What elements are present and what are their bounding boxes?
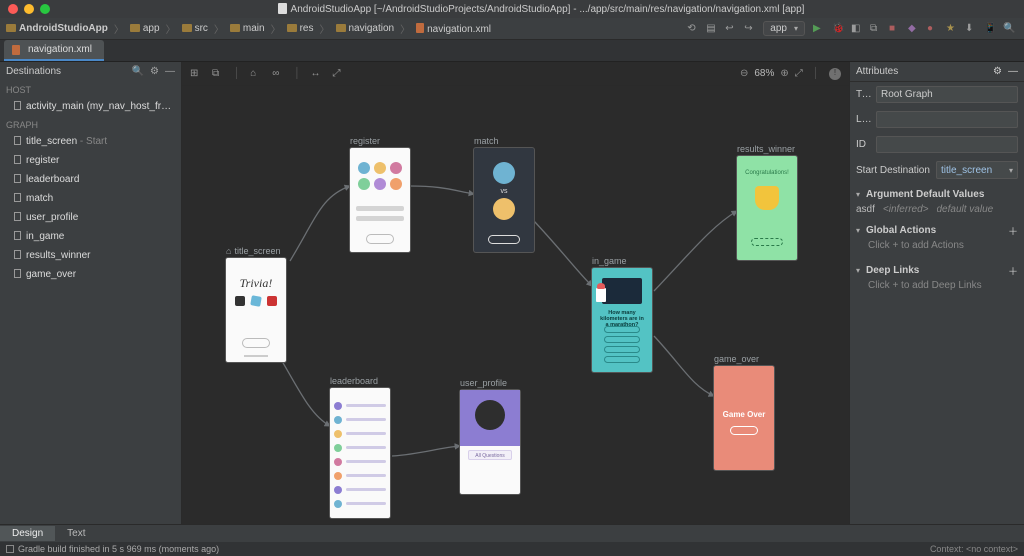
minimize-icon[interactable]: —	[1008, 66, 1018, 77]
toolbar-actions: ⟲ ▤ ↩ ↪ app ▶ 🐞 ◧ ⧉ ■ ◆ ● ★ ⬇ 📱 🔍	[677, 21, 1024, 36]
attr-startdest-combo[interactable]: title_screen	[936, 161, 1018, 179]
debug-icon[interactable]: 🐞	[832, 23, 843, 34]
attr-type-label: Type	[856, 89, 872, 100]
breadcrumb-item[interactable]: navigation.xml	[416, 23, 491, 35]
graph-item-title-screen[interactable]: title_screen - Start	[0, 132, 181, 151]
node-game-over[interactable]: game_over Game Over	[714, 354, 774, 470]
editor-tabs: navigation.xml	[0, 40, 1024, 62]
node-user-profile[interactable]: user_profile All Questions	[460, 378, 520, 494]
main-toolbar: AndroidStudioApp app src main res naviga…	[0, 18, 1024, 40]
run-config-combo[interactable]: app	[763, 21, 805, 36]
status-context: Context: <no context>	[930, 544, 1018, 554]
breadcrumb-item[interactable]: app	[130, 23, 160, 34]
node-match[interactable]: match vs	[474, 136, 534, 252]
search-icon[interactable]: 🔍	[1003, 23, 1014, 34]
attr-startdest-label: Start Destination	[856, 165, 932, 176]
graph-item-match[interactable]: match	[0, 189, 181, 208]
link-icon[interactable]: ∞	[272, 68, 284, 80]
status-bar: Gradle build finished in 5 s 969 ms (mom…	[0, 542, 1024, 556]
minimize-window-button[interactable]	[24, 4, 34, 14]
global-actions-hint: Click + to add Actions	[850, 240, 1024, 257]
window-title: AndroidStudioApp [~/AndroidStudioProject…	[58, 3, 1024, 15]
arg-inferred: <inferred>	[883, 204, 929, 215]
breadcrumb-item[interactable]: navigation	[336, 23, 395, 34]
add-destination-icon[interactable]: ⊞	[190, 68, 202, 80]
zoom-level[interactable]: 68%	[754, 68, 774, 79]
add-global-action-icon[interactable]: ＋	[1008, 223, 1018, 238]
nested-graph-icon[interactable]: ⧉	[212, 68, 224, 80]
home-icon[interactable]: ⌂	[250, 68, 262, 80]
gear-icon[interactable]: ⚙	[993, 66, 1002, 77]
zoom-in-icon[interactable]: ⊕	[780, 68, 788, 79]
attr-label-field[interactable]	[876, 111, 1018, 128]
attr-type-field	[876, 86, 1018, 103]
attach-debugger-icon[interactable]: ⧉	[870, 23, 881, 34]
design-text-tabs: Design Text	[0, 524, 1024, 542]
navigation-canvas[interactable]: title_screen Trivia! register	[182, 86, 849, 524]
favorites-icon[interactable]: ★	[946, 23, 957, 34]
tab-design[interactable]: Design	[0, 526, 55, 541]
breadcrumb-item[interactable]: src	[182, 23, 208, 34]
destinations-panel: Destinations 🔍 ⚙ — HOST activity_main (m…	[0, 62, 182, 524]
attr-id-field[interactable]	[876, 136, 1018, 153]
expand-icon[interactable]: ⤢	[333, 68, 345, 80]
zoom-window-button[interactable]	[40, 4, 50, 14]
global-actions-title[interactable]: Global Actions	[866, 225, 936, 236]
back-icon[interactable]: ↩	[725, 23, 736, 34]
editor-tab-navigation[interactable]: navigation.xml	[4, 40, 104, 61]
breadcrumb: AndroidStudioApp app src main res naviga…	[0, 21, 677, 36]
argdef-section-title[interactable]: Argument Default Values	[866, 189, 984, 200]
deep-links-title[interactable]: Deep Links	[866, 265, 919, 276]
graph-item-register[interactable]: register	[0, 151, 181, 170]
attr-id-label: ID	[856, 139, 872, 150]
graph-item-leaderboard[interactable]: leaderboard	[0, 170, 181, 189]
graph-item-in-game[interactable]: in_game	[0, 227, 181, 246]
canvas-toolbar: ⊞ ⧉ │ ⌂ ∞ │ ↔ ⤢ ⊖ 68% ⊕ ⤢ │ !	[182, 62, 849, 86]
add-deep-link-icon[interactable]: ＋	[1008, 263, 1018, 278]
graph-item-results-winner[interactable]: results_winner	[0, 246, 181, 265]
avd-manager-icon[interactable]: 📱	[984, 23, 995, 34]
status-checkbox[interactable]	[6, 545, 14, 553]
node-register[interactable]: register	[350, 136, 410, 252]
breadcrumb-item[interactable]: res	[287, 23, 314, 34]
avd-icon[interactable]: ▤	[706, 23, 717, 34]
forward-icon[interactable]: ↪	[744, 23, 755, 34]
record-icon[interactable]: ●	[927, 23, 938, 34]
graph-item-user-profile[interactable]: user_profile	[0, 208, 181, 227]
stop-icon[interactable]: ■	[889, 23, 900, 34]
errors-icon[interactable]: !	[829, 68, 841, 80]
host-item[interactable]: activity_main (my_nav_host_fragment)	[0, 97, 181, 116]
node-results-winner[interactable]: results_winner Congratulations!	[737, 144, 797, 260]
sync-icon[interactable]: ⟲	[687, 23, 698, 34]
auto-arrange-icon[interactable]: ↔	[311, 68, 323, 80]
zoom-fit-icon[interactable]: ⤢	[795, 68, 803, 79]
search-icon[interactable]: 🔍	[132, 66, 144, 77]
tab-text[interactable]: Text	[55, 526, 97, 541]
host-section-label: HOST	[0, 81, 181, 97]
run-icon[interactable]: ▶	[813, 23, 824, 34]
attr-label-label: Label	[856, 114, 872, 125]
zoom-out-icon[interactable]: ⊖	[740, 68, 748, 79]
destinations-title: Destinations	[6, 66, 126, 77]
arg-default: default value	[937, 204, 994, 215]
graph-item-game-over[interactable]: game_over	[0, 265, 181, 284]
minimize-icon[interactable]: —	[165, 66, 175, 77]
close-window-button[interactable]	[8, 4, 18, 14]
gear-icon[interactable]: ⚙	[150, 66, 159, 77]
graph-section-label: GRAPH	[0, 116, 181, 132]
node-leaderboard[interactable]: leaderboard	[330, 376, 390, 518]
profile-icon[interactable]: ◧	[851, 23, 862, 34]
arg-name[interactable]: asdf	[856, 204, 875, 215]
node-in-game[interactable]: in_game How many kilometers are in a mar…	[592, 256, 652, 372]
breadcrumb-item[interactable]: AndroidStudioApp	[6, 23, 108, 34]
attributes-title: Attributes	[856, 66, 987, 77]
layout-inspector-icon[interactable]: ◆	[908, 23, 919, 34]
breadcrumb-item[interactable]: main	[230, 23, 265, 34]
mac-window-chrome: AndroidStudioApp [~/AndroidStudioProject…	[0, 0, 1024, 18]
sdk-manager-icon[interactable]: ⬇	[965, 23, 976, 34]
attributes-panel: Attributes ⚙ — Type Label ID Start Desti…	[849, 62, 1024, 524]
node-title-screen[interactable]: title_screen Trivia!	[226, 246, 286, 362]
deep-links-hint: Click + to add Deep Links	[850, 280, 1024, 297]
status-message: Gradle build finished in 5 s 969 ms (mom…	[18, 544, 219, 554]
